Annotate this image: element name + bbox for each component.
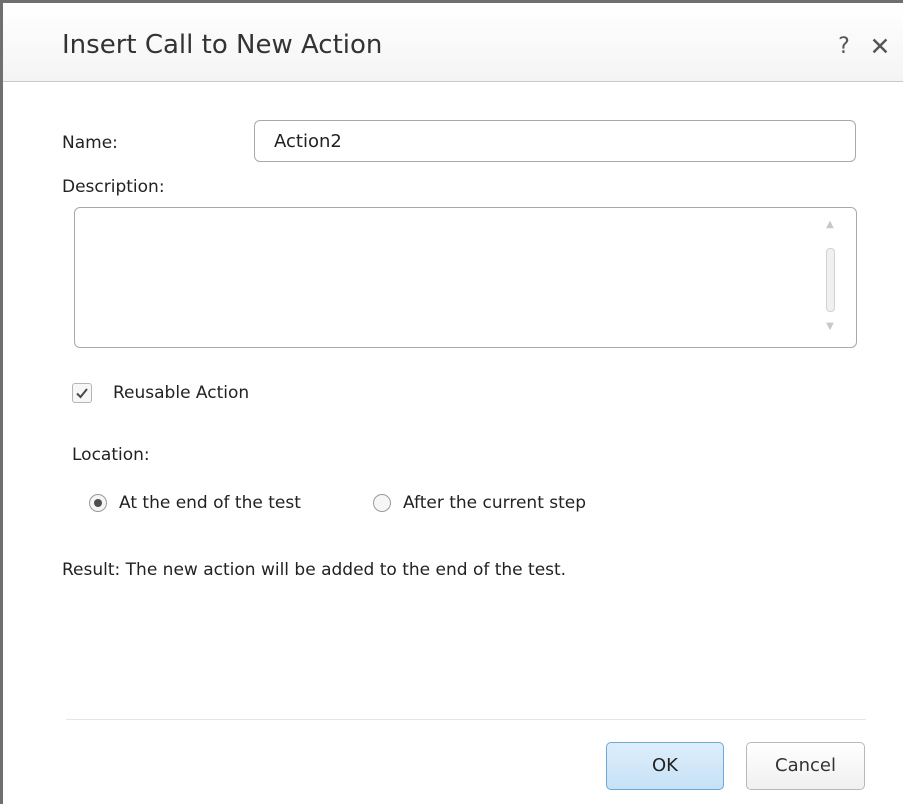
help-button[interactable]: ? <box>831 30 857 64</box>
reusable-action-checkbox[interactable] <box>72 383 92 403</box>
footer-divider <box>66 719 866 720</box>
description-label: Description: <box>62 177 165 197</box>
description-field[interactable]: ▲ ▼ <box>74 207 857 348</box>
result-text: Result: The new action will be added to … <box>62 560 567 580</box>
radio-after-current-step[interactable] <box>373 494 391 512</box>
title-bar: Insert Call to New Action ? ✕ <box>3 3 903 82</box>
description-textarea[interactable] <box>81 214 815 344</box>
insert-call-dialog: Insert Call to New Action ? ✕ Name: Desc… <box>0 0 903 804</box>
name-label: Name: <box>62 133 118 153</box>
radio-end-of-test[interactable] <box>89 494 107 512</box>
name-input[interactable] <box>254 120 856 162</box>
location-label: Location: <box>72 445 150 465</box>
scroll-up-arrow-icon[interactable]: ▲ <box>823 218 837 232</box>
scrollbar-thumb[interactable] <box>826 248 835 312</box>
radio-end-of-test-label[interactable]: At the end of the test <box>119 491 301 515</box>
radio-after-current-step-label[interactable]: After the current step <box>403 491 586 515</box>
dialog-title: Insert Call to New Action <box>62 30 383 60</box>
reusable-action-label[interactable]: Reusable Action <box>113 381 249 405</box>
close-button[interactable]: ✕ <box>865 30 895 64</box>
radio-selected-dot <box>94 499 102 507</box>
scroll-down-arrow-icon[interactable]: ▼ <box>823 320 837 334</box>
cancel-button[interactable]: Cancel <box>746 742 865 790</box>
checkmark-icon <box>76 388 88 399</box>
ok-button[interactable]: OK <box>606 742 724 790</box>
